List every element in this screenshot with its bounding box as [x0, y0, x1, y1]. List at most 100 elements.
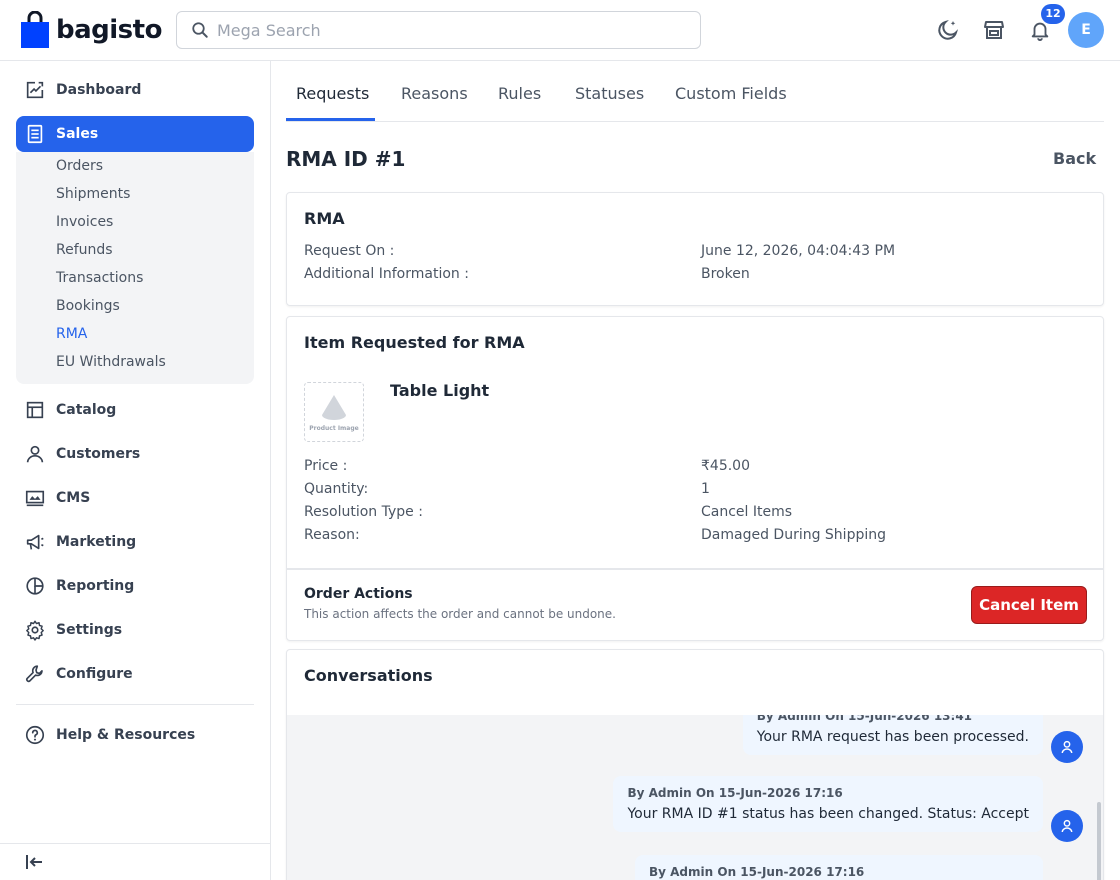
top-header: bagisto 12 E	[0, 0, 1120, 61]
user-icon	[1061, 819, 1073, 833]
order-actions-subtitle: This action affects the order and cannot…	[304, 607, 616, 621]
sub-item-invoices[interactable]: Invoices	[56, 214, 113, 230]
message-bubble: By Admin On 15-Jun-2026 13:41 Your RMA r…	[742, 715, 1043, 755]
help-icon	[25, 725, 45, 745]
mega-search[interactable]	[176, 11, 701, 49]
user-avatar[interactable]: E	[1068, 12, 1104, 48]
tab-rules[interactable]: Rules	[498, 84, 541, 103]
sidebar-divider	[16, 704, 254, 705]
item-requested-card: Item Requested for RMA Product Image Tab…	[286, 316, 1104, 641]
conversation-scrollbar[interactable]	[1097, 802, 1101, 880]
sub-item-refunds[interactable]: Refunds	[56, 242, 113, 258]
conversation-thread[interactable]: By Admin On 15-Jun-2026 13:41 Your RMA r…	[287, 715, 1103, 880]
conversations-card: Conversations By Admin On 15-Jun-2026 13…	[286, 649, 1104, 880]
store-icon	[984, 21, 1004, 39]
sub-item-shipments[interactable]: Shipments	[56, 186, 130, 202]
field-value: June 12, 2026, 04:04:43 PM	[701, 243, 896, 259]
sales-submenu: Orders Shipments Invoices Refunds Transa…	[16, 152, 254, 384]
field-label: Quantity:	[304, 481, 369, 497]
product-name: Table Light	[390, 381, 490, 400]
field-value: ₹45.00	[701, 458, 750, 474]
sidebar-item-dashboard[interactable]: Dashboard	[16, 72, 254, 108]
sidebar-item-sales[interactable]: Sales	[16, 116, 254, 152]
message-bubble: By Admin On 15-Jun-2026 17:16	[635, 855, 1043, 880]
sub-item-orders[interactable]: Orders	[56, 158, 103, 174]
search-input[interactable]	[217, 20, 657, 40]
sidebar-item-cms[interactable]: CMS	[16, 480, 254, 516]
product-image-text: Product Image	[309, 424, 359, 432]
sidebar-item-label: CMS	[56, 490, 91, 506]
page-title: RMA ID #1	[286, 147, 406, 171]
sidebar-item-settings[interactable]: Settings	[16, 612, 254, 648]
tab-custom-fields[interactable]: Custom Fields	[675, 84, 787, 103]
message-bubble: By Admin On 15-Jun-2026 17:16 Your RMA I…	[613, 776, 1043, 832]
collapse-sidebar-icon[interactable]	[24, 852, 44, 872]
field-label: Request On :	[304, 243, 395, 259]
cms-icon	[25, 490, 45, 507]
product-placeholder-icon	[322, 394, 346, 420]
sidebar-item-label: Reporting	[56, 578, 135, 594]
rma-info-card: RMA Request On : June 12, 2026, 04:04:43…	[286, 192, 1104, 306]
message-meta: By Admin On 15-Jun-2026 17:16	[627, 786, 843, 800]
admin-avatar	[1051, 810, 1083, 842]
field-label: Additional Information :	[304, 266, 469, 282]
storefront-link[interactable]	[981, 17, 1007, 43]
rma-tabs: Requests Reasons Rules Statuses Custom F…	[286, 61, 1104, 122]
sub-item-eu-withdrawals[interactable]: EU Withdrawals	[56, 354, 166, 370]
active-tab-indicator	[286, 118, 375, 121]
moon-icon	[938, 19, 959, 40]
message-meta: By Admin On 15-Jun-2026 13:41	[756, 715, 973, 723]
field-label: Reason:	[304, 527, 360, 543]
catalog-icon	[26, 401, 44, 419]
sidebar-item-configure[interactable]: Configure	[16, 656, 254, 692]
logo-text: bagisto	[56, 15, 162, 45]
user-icon	[1061, 740, 1073, 754]
field-label: Resolution Type :	[304, 504, 423, 520]
product-image: Product Image	[304, 382, 364, 442]
bag-logo-icon	[21, 11, 49, 48]
sidebar-item-help[interactable]: Help & Resources	[16, 717, 254, 753]
wrench-icon	[26, 665, 43, 683]
field-value: Cancel Items	[701, 504, 793, 520]
card-title: Item Requested for RMA	[304, 333, 525, 352]
tab-reasons[interactable]: Reasons	[401, 84, 468, 103]
notification-badge: 12	[1041, 4, 1065, 24]
admin-avatar	[1051, 731, 1083, 763]
field-value: 1	[701, 481, 710, 497]
message-meta: By Admin On 15-Jun-2026 17:16	[649, 865, 865, 879]
settings-icon	[26, 620, 44, 641]
card-title: Conversations	[304, 666, 433, 685]
order-actions-title: Order Actions	[304, 586, 413, 602]
sub-item-bookings[interactable]: Bookings	[56, 298, 120, 314]
tab-requests[interactable]: Requests	[296, 84, 369, 103]
sidebar-bottom-divider	[0, 843, 270, 844]
dashboard-icon	[26, 81, 44, 99]
customers-icon	[26, 445, 44, 463]
section-divider	[287, 568, 1103, 570]
card-title: RMA	[304, 209, 345, 228]
sub-item-transactions[interactable]: Transactions	[56, 270, 143, 286]
sidebar-item-reporting[interactable]: Reporting	[16, 568, 254, 604]
bagisto-logo[interactable]: bagisto	[20, 11, 162, 49]
dark-mode-toggle[interactable]	[935, 17, 961, 43]
sales-icon	[27, 124, 43, 144]
reporting-icon	[26, 577, 44, 595]
sidebar-item-label: Customers	[56, 446, 141, 462]
message-text: Your RMA request has been processed.	[756, 729, 1029, 745]
sidebar-item-label: Catalog	[56, 402, 117, 418]
field-label: Price :	[304, 458, 348, 474]
sidebar: Dashboard Sales Orders Shipments Invoice…	[0, 61, 271, 880]
cancel-item-button[interactable]: Cancel Item	[971, 586, 1087, 624]
sidebar-item-marketing[interactable]: Marketing	[16, 524, 254, 560]
field-value: Damaged During Shipping	[701, 527, 886, 543]
sidebar-item-label: Help & Resources	[56, 727, 196, 743]
sidebar-item-catalog[interactable]: Catalog	[16, 392, 254, 428]
sidebar-item-customers[interactable]: Customers	[16, 436, 254, 472]
sub-item-rma[interactable]: RMA	[56, 326, 87, 342]
back-link[interactable]: Back	[1053, 149, 1096, 168]
marketing-icon	[26, 534, 44, 550]
field-value: Broken	[701, 266, 750, 282]
sidebar-item-label: Configure	[56, 666, 133, 682]
tab-statuses[interactable]: Statuses	[575, 84, 644, 103]
search-icon	[192, 22, 208, 38]
